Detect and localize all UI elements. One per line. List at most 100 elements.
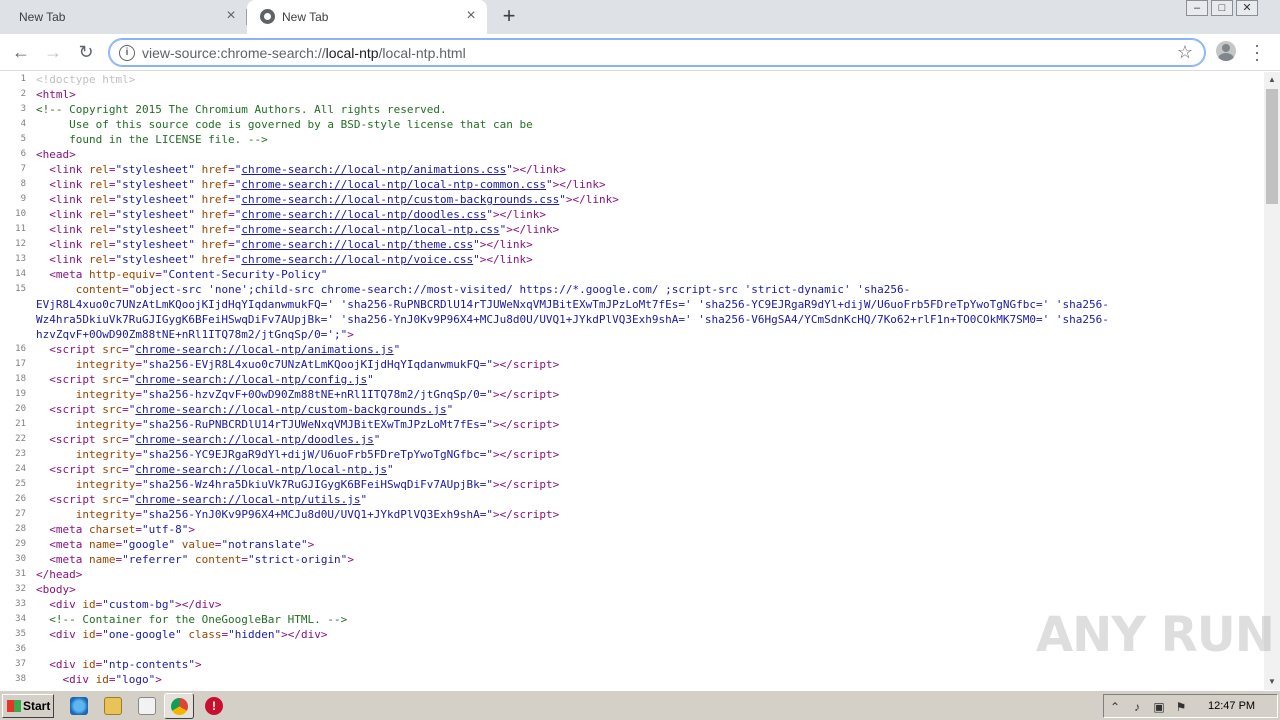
close-icon[interactable]: × (224, 8, 238, 24)
line-number: 14 (15, 269, 26, 279)
clock: 12:47 PM (1208, 700, 1256, 712)
source-line: 12 <link rel="stylesheet" href="chrome-s… (0, 237, 1264, 252)
internet-explorer-icon[interactable] (70, 697, 88, 715)
tab-new-tab-1[interactable]: New Tab × (0, 0, 246, 34)
source-view: 1 <!doctype html> 2 <html> 3 <!-- Copyright 2… (0, 72, 1264, 690)
maximize-icon[interactable]: □ (1211, 0, 1233, 16)
line-number: 32 (15, 584, 26, 594)
scroll-up-arrow-icon[interactable]: ▲ (1264, 72, 1280, 88)
vertical-scrollbar[interactable]: ▲ ▼ (1264, 72, 1280, 690)
line-number: 9 (20, 194, 26, 204)
profile-avatar-icon[interactable] (1216, 41, 1236, 61)
source-line: 20 <script src="chrome-search://local-nt… (0, 402, 1264, 417)
line-number: 1 (20, 74, 26, 84)
toolbar: ← → ↻ i view-source:chrome-search://loca… (0, 34, 1280, 71)
window-close-icon[interactable]: ✕ (1236, 0, 1258, 16)
source-line: 24 <script src="chrome-search://local-nt… (0, 462, 1264, 477)
line-code: <link rel="stylesheet" href="chrome-sear… (49, 193, 619, 206)
tray-expand-icon[interactable]: ⌃ (1108, 700, 1122, 714)
source-line: 32 <body> (0, 582, 1264, 597)
line-code: found in the LICENSE file. --> (36, 133, 268, 146)
source-line: 23 integrity="sha256-YC9EJRgaR9dYl+dijW/… (0, 447, 1264, 462)
line-code: <script src="chrome-search://local-ntp/d… (49, 433, 381, 446)
source-line: 13 <link rel="stylesheet" href="chrome-s… (0, 252, 1264, 267)
line-code: <link rel="stylesheet" href="chrome-sear… (49, 253, 533, 266)
back-arrow-icon[interactable]: ← (10, 41, 32, 63)
line-number: 19 (15, 389, 26, 399)
line-code: <!-- Container for the OneGoogleBar HTML… (49, 613, 348, 626)
network-icon[interactable]: ▣ (1152, 700, 1166, 714)
source-line: 2 <html> (0, 87, 1264, 102)
source-line: 29 <meta name="google" value="notranslat… (0, 537, 1264, 552)
source-link[interactable]: chrome-search://local-ntp/local-ntp-comm… (241, 178, 546, 191)
line-code: <link rel="stylesheet" href="chrome-sear… (49, 223, 560, 236)
source-link[interactable]: chrome-search://local-ntp/config.js (135, 373, 367, 386)
source-link[interactable]: chrome-search://local-ntp/local-ntp.js (135, 463, 387, 476)
source-link[interactable]: chrome-search://local-ntp/local-ntp.css (241, 223, 499, 236)
stop-icon[interactable]: ! (205, 697, 223, 715)
menu-kebab-icon[interactable]: · · · (1250, 36, 1264, 68)
line-code: Use of this source code is governed by a… (36, 118, 533, 131)
source-line: 26 <script src="chrome-search://local-nt… (0, 492, 1264, 507)
source-line: 31 </head> (0, 567, 1264, 582)
source-link[interactable]: chrome-search://local-ntp/utils.js (135, 493, 360, 506)
line-code: <!-- Copyright 2015 The Chromium Authors… (36, 103, 447, 116)
start-button[interactable]: Start (2, 694, 54, 718)
line-code: hzvZqvF+0OwD90Zm88tNE+nRl1ITQ78m2/jtGnqS… (36, 328, 354, 341)
info-icon[interactable]: i (119, 45, 135, 61)
close-icon[interactable]: × (464, 8, 478, 24)
bookmark-star-icon[interactable]: ☆ (1177, 42, 1193, 63)
source-line: 11 <link rel="stylesheet" href="chrome-s… (0, 222, 1264, 237)
source-line: Wz4hra5DkiuVk7RuGJIGygK6BFeiHSwqDiFv7AUp… (0, 312, 1264, 327)
line-number: 37 (15, 659, 26, 669)
line-number: 8 (20, 179, 26, 189)
start-label: Start (23, 699, 51, 713)
source-line: 16 <script src="chrome-search://local-nt… (0, 342, 1264, 357)
source-link[interactable]: chrome-search://local-ntp/theme.css (241, 238, 473, 251)
line-code: integrity="sha256-YnJ0Kv9P96X4+MCJu8d0U/… (75, 508, 560, 521)
source-link[interactable]: chrome-search://local-ntp/doodles.css (241, 208, 486, 221)
flag-notification-icon[interactable]: ⚑ (1174, 700, 1188, 714)
line-code: integrity="sha256-Wz4hra5DkiuVk7RuGJIGyg… (75, 478, 560, 491)
line-code: <meta http-equiv="Content-Security-Polic… (49, 268, 328, 281)
system-tray: ⌃ ♪ ▣ ⚑ 12:47 PM (1103, 694, 1278, 718)
line-code: <head> (36, 148, 76, 161)
volume-icon[interactable]: ♪ (1130, 700, 1144, 714)
source-link[interactable]: chrome-search://local-ntp/voice.css (241, 253, 473, 266)
reload-icon[interactable]: ↻ (75, 41, 97, 63)
new-tab-plus-icon[interactable]: + (498, 5, 520, 27)
line-number: 17 (15, 359, 26, 369)
line-code: <div id="logo"> (62, 673, 162, 686)
line-code: </head> (36, 568, 83, 581)
chrome-taskbar-button[interactable] (164, 693, 194, 719)
source-link[interactable]: chrome-search://local-ntp/custom-backgro… (241, 193, 559, 206)
tab-new-tab-2[interactable]: New Tab × (247, 0, 487, 34)
minimize-icon[interactable]: – (1186, 0, 1208, 16)
scrollbar-thumb[interactable] (1266, 89, 1278, 204)
forward-arrow-icon[interactable]: → (42, 41, 64, 63)
source-line: 19 integrity="sha256-hzvZqvF+0OwD90Zm88t… (0, 387, 1264, 402)
source-link[interactable]: chrome-search://local-ntp/animations.css (241, 163, 506, 176)
address-bar[interactable]: i view-source:chrome-search://local-ntp/… (108, 38, 1206, 67)
source-line: 38 <div id="logo"> (0, 672, 1264, 687)
source-link[interactable]: chrome-search://local-ntp/doodles.js (135, 433, 373, 446)
source-line: hzvZqvF+0OwD90Zm88tNE+nRl1ITQ78m2/jtGnqS… (0, 327, 1264, 342)
line-number: 18 (15, 374, 26, 384)
source-link[interactable]: chrome-search://local-ntp/animations.js (135, 343, 393, 356)
line-code: integrity="sha256-hzvZqvF+0OwD90Zm88tNE+… (75, 388, 560, 401)
scroll-down-arrow-icon[interactable]: ▼ (1264, 674, 1280, 690)
line-number: 2 (20, 89, 26, 99)
folder-icon[interactable] (104, 697, 122, 715)
source-line: 8 <link rel="stylesheet" href="chrome-se… (0, 177, 1264, 192)
line-code: <html> (36, 88, 76, 101)
tab-title: New Tab (19, 10, 66, 24)
source-line: 28 <meta charset="utf-8"> (0, 522, 1264, 537)
source-line: 27 integrity="sha256-YnJ0Kv9P96X4+MCJu8d… (0, 507, 1264, 522)
line-code: <div id="one-google" class="hidden"></di… (49, 628, 328, 641)
line-code: <!doctype html> (36, 73, 136, 86)
source-link[interactable]: chrome-search://local-ntp/custom-backgro… (135, 403, 446, 416)
line-number: 3 (20, 104, 26, 114)
source-line: 25 integrity="sha256-Wz4hra5DkiuVk7RuGJI… (0, 477, 1264, 492)
line-number: 36 (15, 644, 26, 654)
media-player-icon[interactable] (138, 697, 156, 715)
